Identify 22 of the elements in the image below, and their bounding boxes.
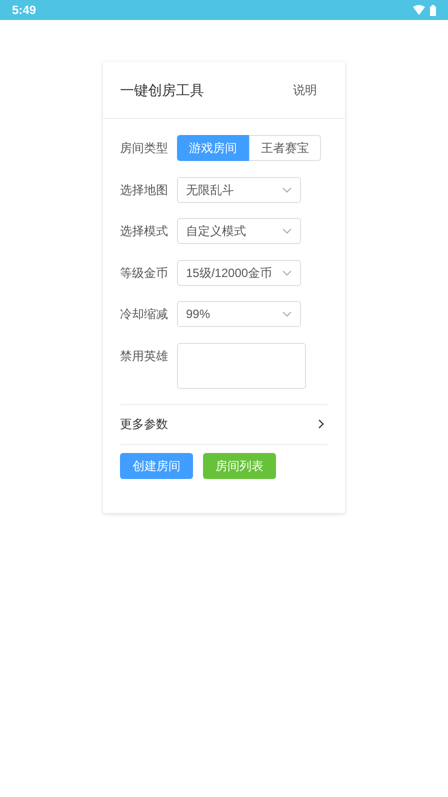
- segment-tab[interactable]: 王者赛宝: [249, 135, 321, 161]
- field-label: 房间类型: [120, 140, 169, 157]
- select-field[interactable]: 自定义模式: [177, 218, 301, 244]
- field-label: 禁用英雄: [120, 348, 169, 364]
- field-label: 等级金币: [120, 264, 169, 282]
- select-field[interactable]: 无限乱斗: [177, 176, 301, 202]
- help-link[interactable]: 说明: [293, 81, 317, 99]
- card-title: 一键创房工具: [120, 80, 204, 100]
- chevron-down-icon: [282, 270, 292, 276]
- select-field[interactable]: 15级/12000金币: [177, 260, 301, 286]
- chevron-down-icon: [282, 311, 292, 317]
- wifi-icon: [413, 5, 425, 15]
- select-field[interactable]: 99%: [177, 301, 301, 327]
- chevron-down-icon: [282, 228, 292, 234]
- chevron-right-icon[interactable]: [318, 419, 324, 429]
- chevron-down-icon: [282, 186, 292, 192]
- battery-icon: [430, 4, 436, 16]
- status-time: 5:49: [12, 2, 36, 19]
- field-label: 选择地图: [120, 182, 169, 198]
- field-label: 冷却缩减: [120, 306, 169, 323]
- more-params-label[interactable]: 更多参数: [120, 415, 168, 433]
- field-label: 选择模式: [120, 223, 169, 240]
